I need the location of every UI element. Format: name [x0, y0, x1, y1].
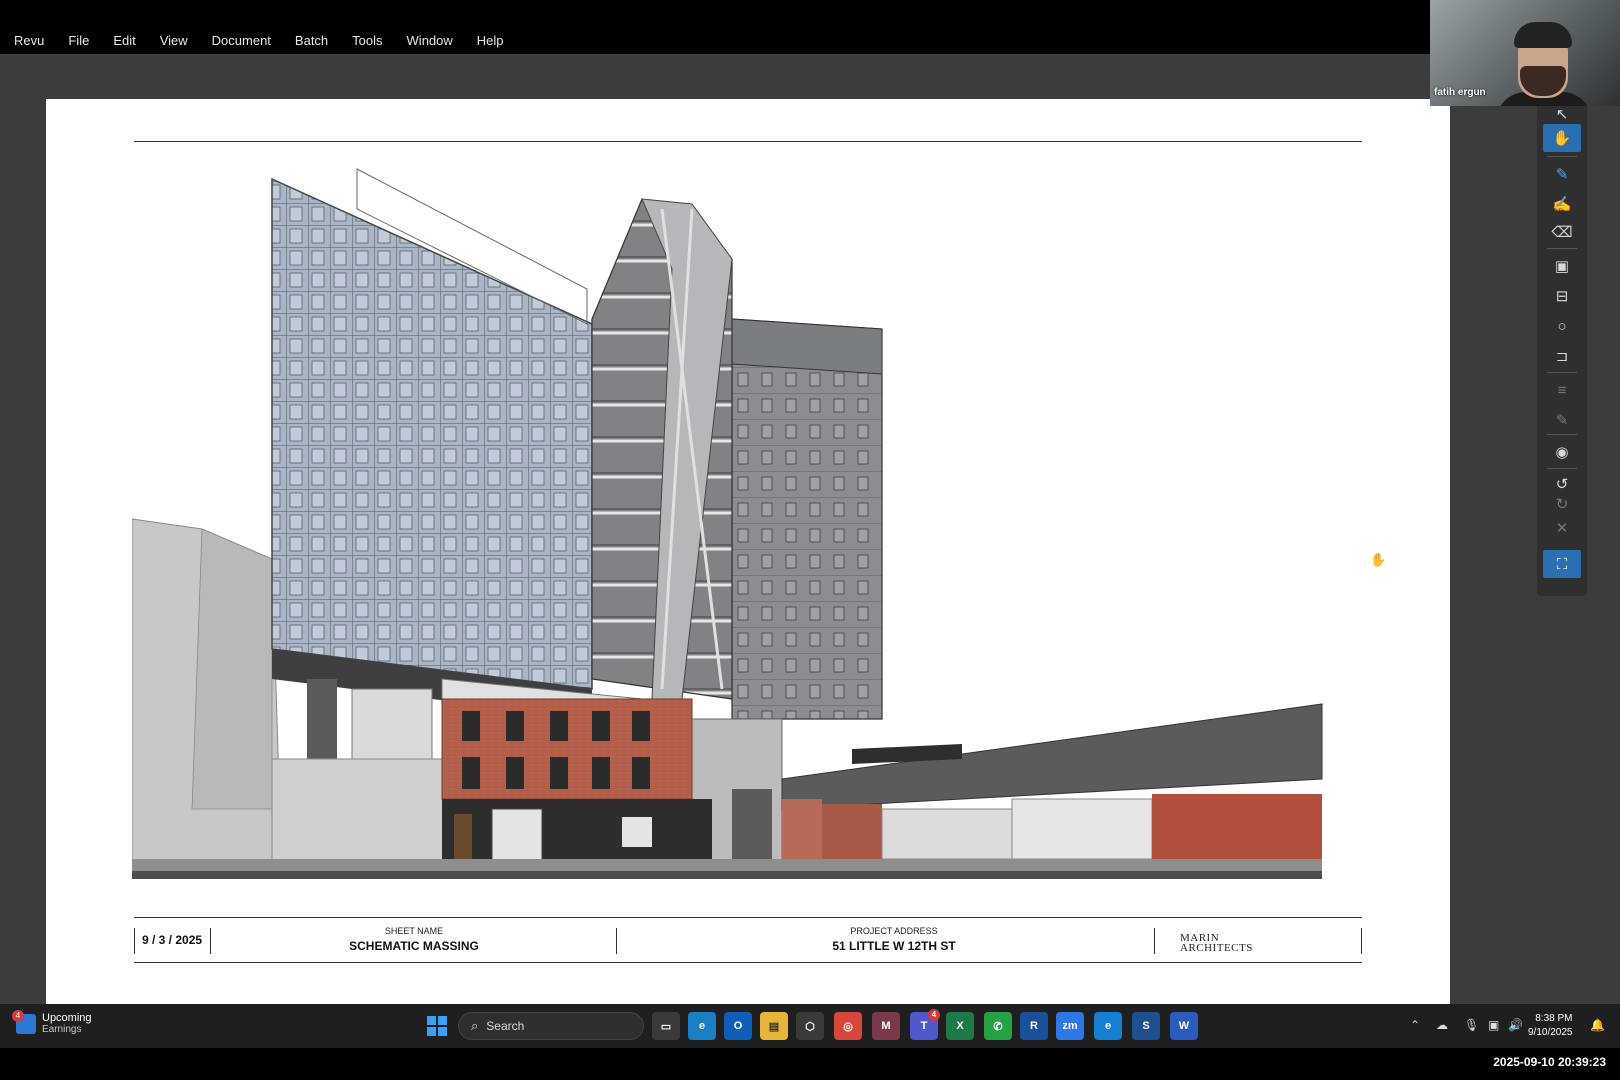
camera-icon[interactable]: ◉ — [1543, 438, 1581, 466]
widget-title: Upcoming — [42, 1012, 92, 1024]
toolbar-divider — [1547, 156, 1577, 157]
zoom-icon[interactable]: zm — [1056, 1012, 1084, 1040]
firm-logo-line2: ARCHITECTS — [1180, 942, 1253, 954]
webcam-feed: fatih ergun — [1430, 0, 1620, 106]
windows-taskbar: 4 Upcoming Earnings ⌕ Search ▭ e O ▤ ⬡ ◎… — [0, 1004, 1620, 1048]
toolbar-divider — [1547, 468, 1577, 469]
outlook-icon[interactable]: O — [724, 1012, 752, 1040]
widget-subtitle: Earnings — [42, 1024, 82, 1035]
word-icon[interactable]: W — [1170, 1012, 1198, 1040]
network-icon[interactable]: ▣ — [1488, 1018, 1499, 1032]
excel-icon[interactable]: X — [946, 1012, 974, 1040]
sheet-name-cell: SHEET NAME SCHEMATIC MASSING — [254, 926, 574, 953]
pan-hand-icon[interactable]: ✋ — [1543, 124, 1581, 152]
sheet-name-value: SCHEMATIC MASSING — [349, 939, 479, 953]
clock-date: 9/10/2025 — [1528, 1027, 1573, 1038]
widget-icon: 4 — [12, 1009, 36, 1034]
screen: Revu File Edit View Document Batch Tools… — [0, 0, 1620, 1080]
building-rendering — [132, 168, 1323, 879]
menu-document[interactable]: Document — [212, 33, 271, 48]
project-address-cell: PROJECT ADDRESS 51 LITTLE W 12TH ST — [734, 926, 1054, 953]
sketchup-icon[interactable]: S — [1132, 1012, 1160, 1040]
title-block: 9 / 3 / 2025 SHEET NAME SCHEMATIC MASSIN… — [134, 917, 1362, 963]
taskbar-search[interactable]: ⌕ Search — [458, 1012, 644, 1040]
close-icon[interactable]: ✕ — [1543, 514, 1581, 542]
menu-revu[interactable]: Revu — [14, 33, 44, 48]
search-placeholder: Search — [486, 1019, 525, 1033]
tray-chevron-icon[interactable]: ⌃ — [1410, 1018, 1420, 1032]
menu-file[interactable]: File — [68, 33, 89, 48]
teams-badge: 4 — [928, 1009, 940, 1021]
document-workspace[interactable]: 9 / 3 / 2025 SHEET NAME SCHEMATIC MASSIN… — [0, 54, 1620, 1004]
eraser-icon[interactable]: ⌫ — [1543, 218, 1581, 246]
menu-tools[interactable]: Tools — [352, 33, 382, 48]
onedrive-icon[interactable]: ☁ — [1436, 1018, 1448, 1032]
widget-badge: 4 — [12, 1009, 24, 1022]
pdf-page[interactable]: 9 / 3 / 2025 SHEET NAME SCHEMATIC MASSIN… — [46, 99, 1450, 1004]
task-view-icon[interactable]: ▭ — [652, 1012, 680, 1040]
pen-icon[interactable]: ✎ — [1543, 160, 1581, 188]
firm-logo: MARIN ARCHITECTS — [1180, 933, 1253, 954]
bluebeam-edge-icon[interactable]: e — [1094, 1012, 1122, 1040]
tb-divider — [616, 928, 617, 954]
volume-icon[interactable]: 🔊 — [1508, 1018, 1523, 1032]
tb-divider — [1361, 928, 1362, 954]
revit-icon[interactable]: R — [1020, 1012, 1048, 1040]
toolbar-divider — [1547, 434, 1577, 435]
cloud-icon[interactable]: ⊐ — [1543, 342, 1581, 370]
menu-batch[interactable]: Batch — [295, 33, 328, 48]
menu-help[interactable]: Help — [477, 33, 504, 48]
recording-timestamp: 2025-09-10 20:39:23 — [1493, 1055, 1606, 1069]
news-widget[interactable]: 4 Upcoming Earnings — [12, 1009, 92, 1035]
markup-toolbar: ↖ ✋ ✎ ✍ ⌫ ▣ ⊟ ○ ⊐ ≡ ✎ ◉ ↺ ↻ ✕ ⛶ — [1537, 98, 1587, 596]
recording-strip: 2025-09-10 20:39:23 — [0, 1048, 1620, 1080]
menu-edit[interactable]: Edit — [113, 33, 135, 48]
file-explorer-icon[interactable]: ▤ — [760, 1012, 788, 1040]
miro-icon[interactable]: M — [872, 1012, 900, 1040]
project-address-value: 51 LITTLE W 12TH ST — [832, 939, 956, 953]
start-button-icon[interactable] — [427, 1016, 447, 1036]
participant-name: fatih ergun — [1434, 87, 1486, 98]
pan-zoom-cursor-icon: ✋ — [1370, 552, 1387, 567]
callout-icon[interactable]: ⊟ — [1543, 282, 1581, 310]
sheet-name-label: SHEET NAME — [384, 926, 444, 936]
chrome-icon[interactable]: ◎ — [834, 1012, 862, 1040]
line-color-icon[interactable]: ✎ — [1543, 406, 1581, 434]
text-box-icon[interactable]: ▣ — [1543, 252, 1581, 280]
notification-bell-icon[interactable]: 🔔 — [1590, 1018, 1605, 1032]
line-style-icon[interactable]: ≡ — [1543, 376, 1581, 404]
toolbar-divider — [1547, 248, 1577, 249]
tb-divider — [134, 928, 135, 954]
search-icon: ⌕ — [471, 1018, 479, 1033]
menubar: Revu File Edit View Document Batch Tools… — [0, 0, 1430, 56]
whatsapp-icon[interactable]: ✆ — [984, 1012, 1012, 1040]
tb-divider — [210, 928, 211, 954]
system-clock[interactable]: 8:38 PM 9/10/2025 — [1528, 1012, 1573, 1040]
clock-time: 8:38 PM — [1535, 1013, 1573, 1024]
fullscreen-icon[interactable]: ⛶ — [1543, 550, 1581, 578]
teams-icon[interactable]: T4 — [910, 1009, 940, 1040]
edge-icon[interactable]: e — [688, 1012, 716, 1040]
person-hair — [1514, 22, 1572, 48]
microphone-icon[interactable]: 🎙 — [1464, 1018, 1479, 1032]
toolbar-divider — [1547, 372, 1577, 373]
sheet-date: 9 / 3 / 2025 — [142, 933, 203, 947]
widget-text: Upcoming Earnings — [42, 1012, 92, 1035]
tb-divider — [1154, 928, 1155, 954]
menu-window[interactable]: Window — [407, 33, 453, 48]
highlighter-icon[interactable]: ✍ — [1543, 190, 1581, 218]
circle-icon[interactable]: ○ — [1543, 312, 1581, 340]
page-border-line — [134, 141, 1362, 142]
menu-view[interactable]: View — [160, 33, 188, 48]
copilot-icon[interactable]: ⬡ — [796, 1012, 824, 1040]
project-address-label: PROJECT ADDRESS — [850, 926, 938, 936]
